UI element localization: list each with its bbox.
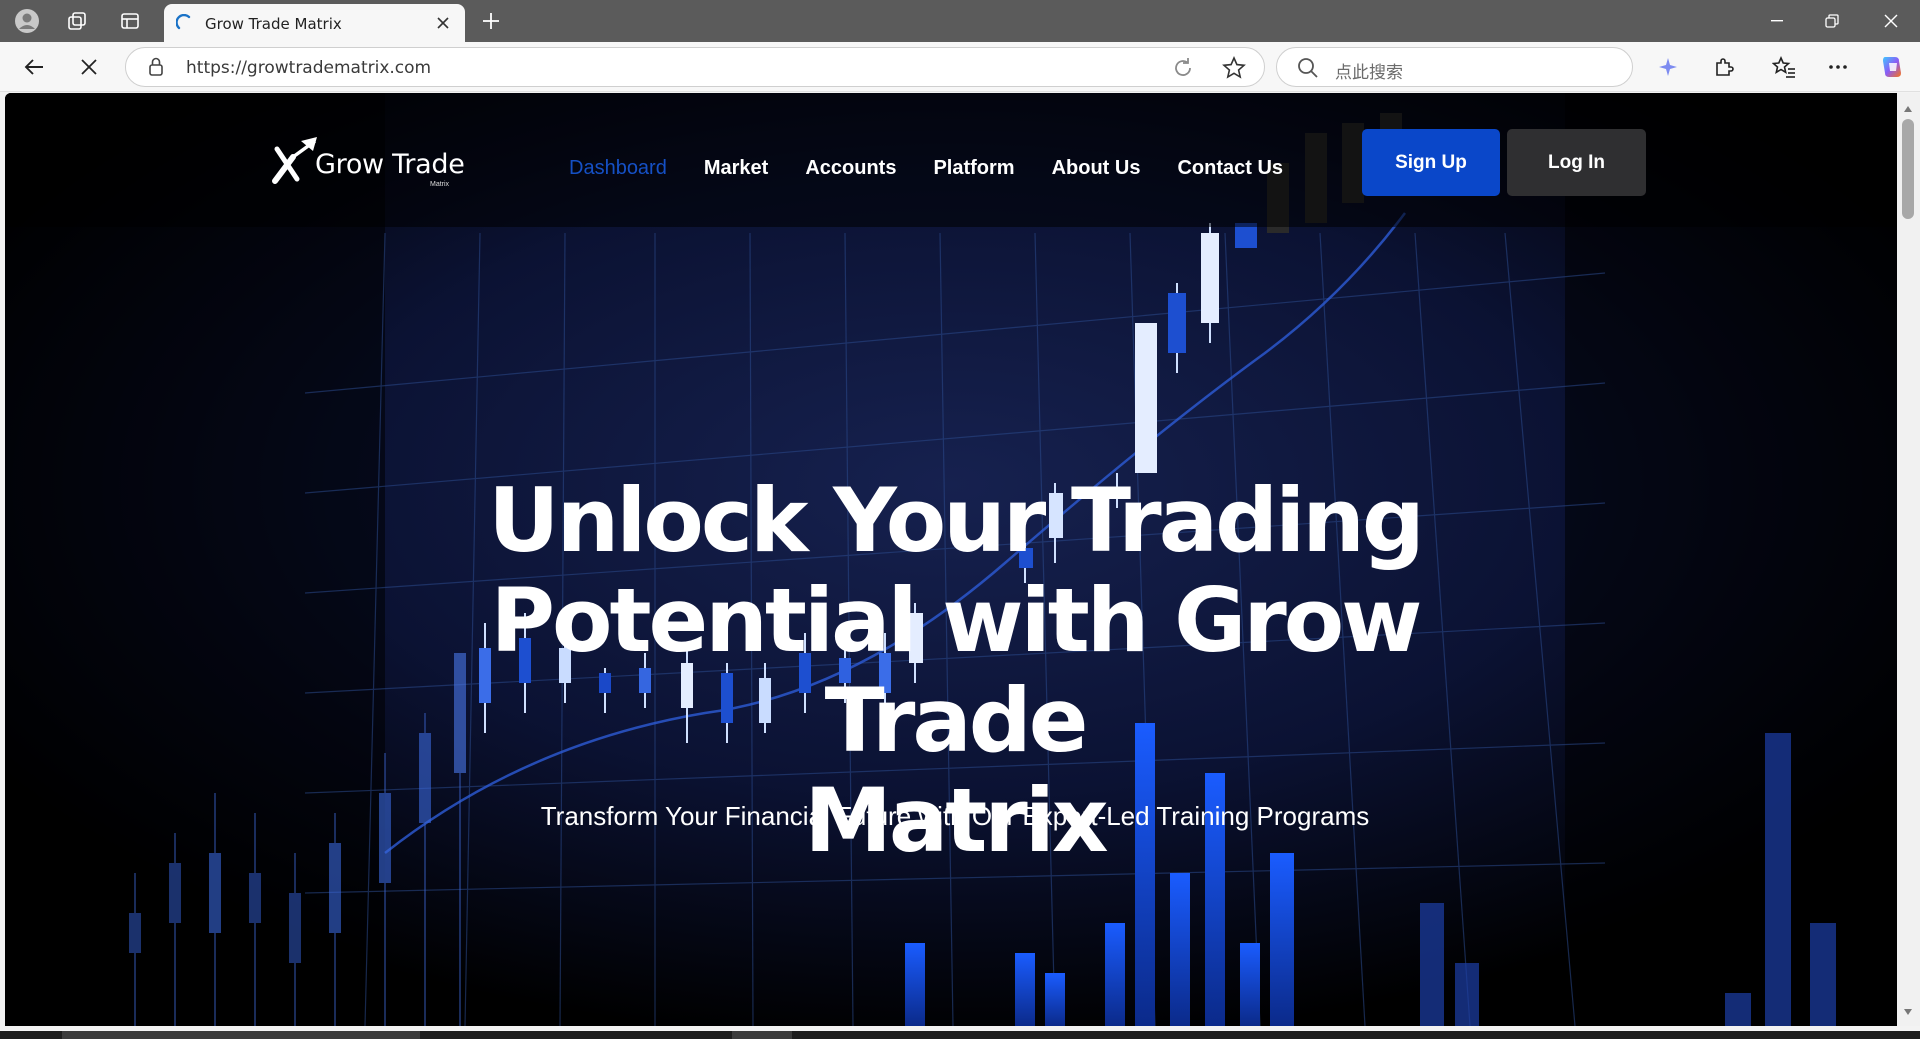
search-box[interactable]: 点此搜索 [1276, 47, 1633, 87]
taskbar [0, 1031, 1920, 1039]
hero-title-line-1: Unlock Your Trading [488, 469, 1425, 572]
url-text[interactable]: https://growtradematrix.com [186, 58, 431, 78]
vertical-scrollbar[interactable] [1897, 93, 1920, 1026]
taskbar-item[interactable] [732, 1031, 792, 1039]
nav-platform[interactable]: Platform [933, 157, 1014, 187]
scrollbar-thumb[interactable] [1902, 119, 1914, 219]
logo-arrow-icon [272, 137, 317, 184]
favorite-star-icon[interactable] [1222, 56, 1246, 85]
close-window-icon[interactable] [1868, 6, 1914, 36]
back-arrow-icon[interactable] [18, 51, 50, 83]
nav-market[interactable]: Market [704, 157, 768, 187]
active-tab[interactable]: Grow Trade Matrix [164, 4, 465, 42]
more-options-icon[interactable] [1822, 51, 1854, 83]
hero-subtitle: Transform Your Financial Future with Our… [540, 801, 1370, 831]
restore-icon[interactable] [1809, 6, 1855, 36]
profile-avatar-icon[interactable] [14, 8, 40, 34]
sign-up-button[interactable]: Sign Up [1362, 129, 1500, 196]
new-tab-icon[interactable] [478, 8, 504, 34]
site-header: Grow Trade Matrix Dashboard Market Accou… [5, 93, 1897, 227]
lock-icon[interactable] [148, 57, 164, 82]
main-nav: Dashboard Market Accounts Platform About… [569, 157, 1320, 187]
collections-icon[interactable] [64, 8, 90, 34]
stop-loading-icon[interactable] [73, 51, 105, 83]
nav-about-us[interactable]: About Us [1052, 157, 1141, 187]
loading-spinner-icon [175, 13, 194, 32]
extensions-puzzle-icon[interactable] [1708, 51, 1740, 83]
copilot-spark-icon[interactable] [1652, 51, 1684, 83]
nav-dashboard[interactable]: Dashboard [569, 157, 667, 187]
nav-contact-us[interactable]: Contact Us [1177, 157, 1283, 187]
nav-accounts[interactable]: Accounts [805, 157, 896, 187]
translate-refresh-icon[interactable] [1171, 56, 1195, 85]
scroll-down-arrow-icon[interactable] [1903, 1004, 1913, 1015]
search-placeholder[interactable]: 点此搜索 [1335, 58, 1403, 83]
taskbar-item[interactable] [62, 1031, 420, 1039]
address-bar[interactable]: https://growtradematrix.com [125, 47, 1265, 87]
logo-sub: Matrix [430, 181, 450, 188]
minimize-icon[interactable] [1754, 6, 1800, 36]
scroll-up-arrow-icon[interactable] [1903, 101, 1913, 112]
grow-trade-logo[interactable]: Grow Trade Matrix [271, 137, 471, 197]
copilot-icon[interactable] [1877, 51, 1909, 83]
vertical-tabs-icon[interactable] [117, 8, 143, 34]
log-in-button[interactable]: Log In [1507, 129, 1646, 196]
favorites-list-icon[interactable] [1768, 51, 1800, 83]
hero-title-line-2: Potential with Grow Trade [490, 569, 1423, 772]
web-page: Grow Trade Matrix Dashboard Market Accou… [5, 93, 1897, 1026]
tab-title: Grow Trade Matrix [205, 15, 342, 33]
tab-close-icon[interactable] [431, 11, 455, 35]
logo-name: Grow Trade [315, 149, 465, 180]
browser-tab-strip: Grow Trade Matrix [0, 0, 1920, 42]
browser-toolbar: https://growtradematrix.com 点此搜索 [0, 42, 1920, 92]
search-icon [1297, 57, 1319, 84]
